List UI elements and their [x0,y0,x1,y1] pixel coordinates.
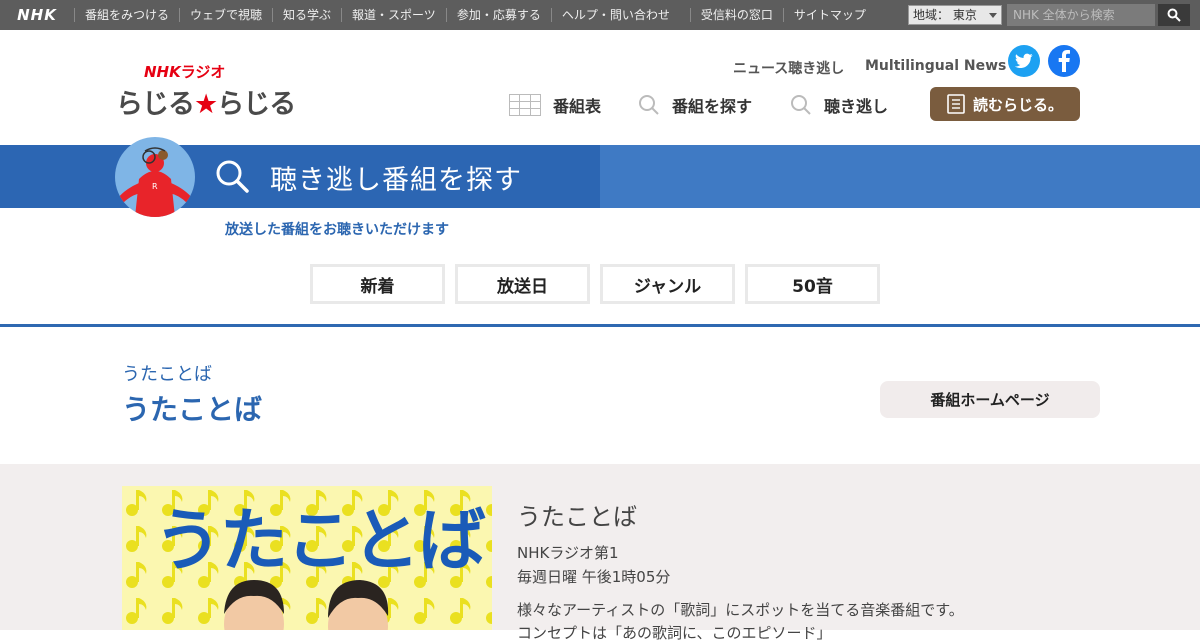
global-search-input[interactable]: NHK 全体から検索 [1007,4,1155,26]
radiru-logo[interactable]: NHKラジオ らじる★らじる [116,58,296,121]
nav-ondemand-label: 聴き逃し [824,97,889,116]
logo-main: らじる★らじる [116,82,296,121]
global-nav-item[interactable]: ヘルプ・問い合わせ [550,8,680,22]
global-nav-item[interactable]: サイトマップ [782,8,876,22]
search-tabs: 新着 放送日 ジャンル 50音 [310,264,890,304]
nav-find-label: 番組を探す [672,97,753,116]
detail-description-2: コンセプトは「あの歌詞に、このエピソード」 [517,624,832,642]
tab-broadcast-date[interactable]: 放送日 [455,264,590,304]
detail-schedule: 毎週日曜 午後1時05分 [517,568,671,586]
nav-ondemand[interactable]: 聴き逃し [790,92,888,118]
grid-icon [509,94,541,116]
region-select[interactable]: 地域： 東京 [908,5,1002,25]
tab-new[interactable]: 新着 [310,264,445,304]
detail-description: 様々なアーティストの「歌詞」にスポットを当てる音楽番組です。 [517,601,964,619]
search-icon [790,94,812,116]
program-homepage-button[interactable]: 番組ホームページ [880,381,1100,418]
global-nav-item[interactable]: 報道・スポーツ [341,8,446,22]
global-nav-item[interactable]: 番組をみつける [74,8,179,22]
section-divider [0,324,1200,327]
facebook-icon [1058,50,1070,72]
logo-top: NHKラジオ [144,61,225,82]
global-search-button[interactable] [1158,4,1190,26]
program-title: うたことば [122,393,263,426]
logo-main-left: らじる [116,89,195,120]
logo-main-right: らじる [217,89,296,120]
nav-schedule[interactable]: 番組表 [509,92,601,118]
twitter-icon [1015,53,1033,69]
nav-find-program[interactable]: 番組を探す [638,92,752,118]
facebook-button[interactable] [1048,45,1080,77]
program-thumbnail: うたことば [122,486,492,630]
tab-genre[interactable]: ジャンル [600,264,735,304]
multilingual-news-link[interactable]: Multilingual News [865,58,1006,74]
logo-nhk: NHK [144,63,181,81]
banner-title: 聴き逃し番組を探す [270,165,522,196]
detail-title: うたことば [517,503,637,531]
global-nav-item[interactable]: 受信料の窓口 [689,8,783,22]
logo-radio: ラジオ [180,63,226,81]
thumb-title: うたことば [154,502,486,581]
logo-star: ★ [194,89,218,120]
search-icon [214,158,250,198]
global-nav-item[interactable]: ウェブで視聴 [179,8,272,22]
region-label: 地域： [913,8,950,22]
yomu-radiru-button[interactable]: 読むらじる。 [930,87,1080,121]
mascot-illustration: R [115,137,195,217]
twitter-button[interactable] [1008,45,1040,77]
yomu-label: 読むらじる。 [972,95,1063,114]
banner-subtitle: 放送した番組をお聴きいただけます [225,222,449,238]
global-nav-item[interactable]: 参加・応募する [445,8,551,22]
news-ondemand-link[interactable]: ニュース聴き逃し [733,58,844,78]
detail-channel: NHKラジオ第1 [517,544,619,562]
program-kana: うたことば [122,364,212,385]
tab-syllabary[interactable]: 50音 [745,264,880,304]
book-icon [947,94,965,114]
search-icon [1167,8,1181,22]
svg-text:R: R [152,182,158,191]
region-value: 東京 [952,8,977,22]
search-icon [638,94,660,116]
nav-schedule-label: 番組表 [553,97,602,116]
global-nav-item[interactable]: 知る学ぶ [272,8,341,22]
caret-down-icon [989,13,997,18]
nhk-logo[interactable]: NHK [0,0,74,30]
nhk-global-bar: NHK 番組をみつける ウェブで視聴 知る学ぶ 報道・スポーツ 参加・応募する … [0,0,1200,30]
global-nav: 番組をみつける ウェブで視聴 知る学ぶ 報道・スポーツ 参加・応募する ヘルプ・… [74,8,876,22]
